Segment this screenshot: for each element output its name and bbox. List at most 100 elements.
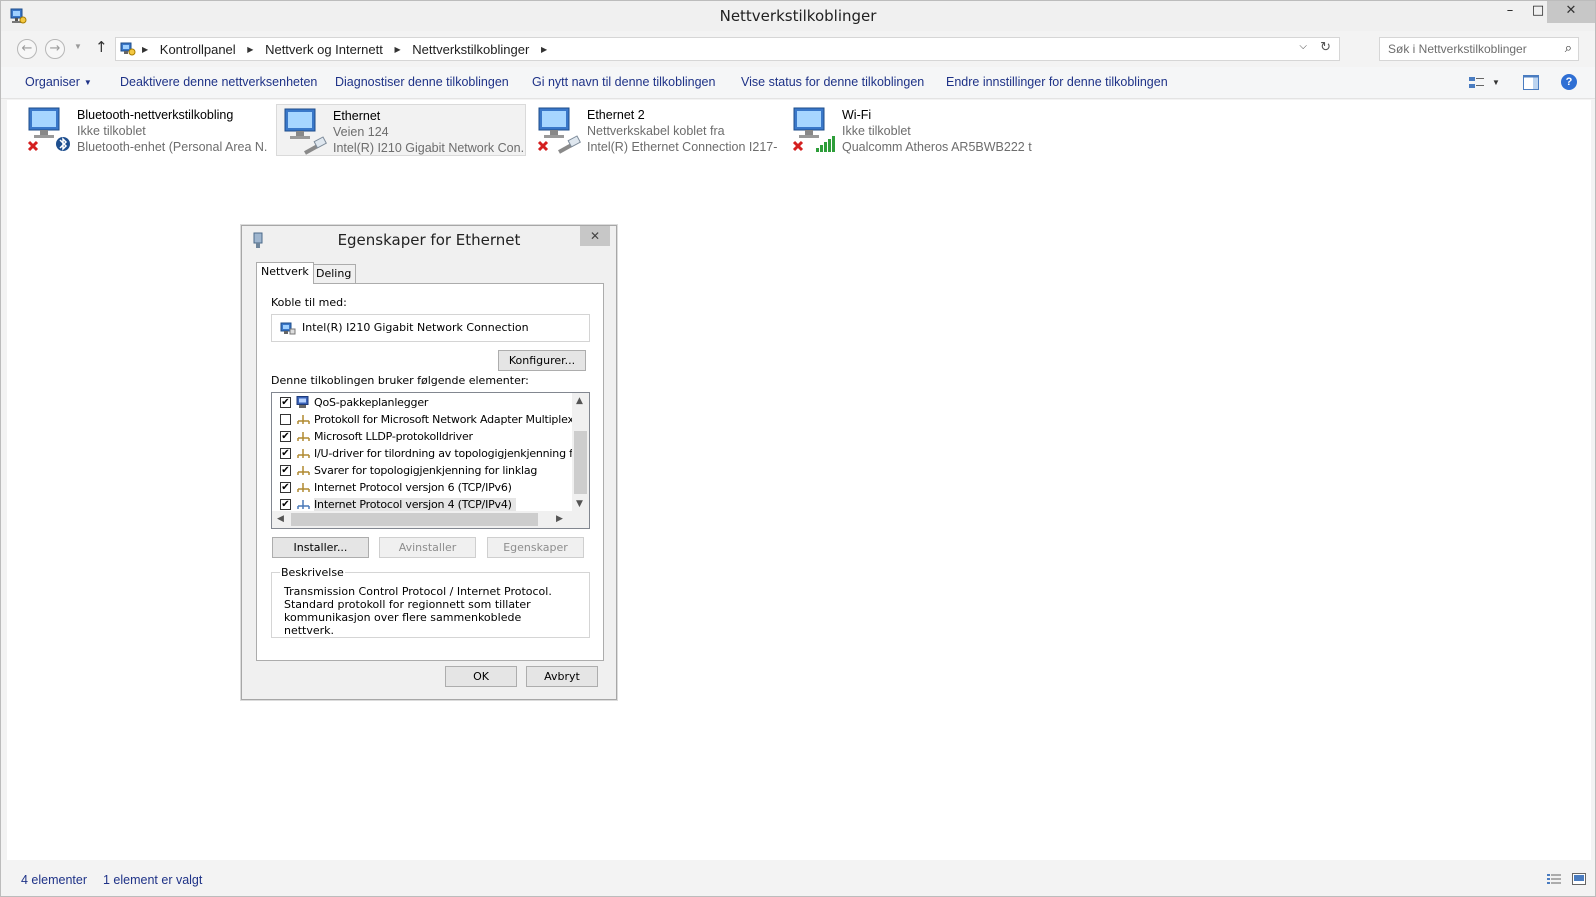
- item-label: Internet Protocol versjon 4 (TCP/IPv4): [314, 498, 516, 511]
- components-list: ✔ QoS-pakkeplanlegger Protokoll for Micr…: [271, 392, 590, 529]
- scroll-thumb[interactable]: [291, 513, 538, 526]
- change-view-icon[interactable]: [1469, 76, 1485, 90]
- search-placeholder: Søk i Nettverkstilkoblinger: [1388, 42, 1527, 56]
- list-item[interactable]: ✔ I/U-driver for tilordning av topologig…: [272, 445, 589, 462]
- close-button[interactable]: ✕: [1547, 1, 1595, 23]
- item-checkbox[interactable]: [280, 414, 291, 425]
- protocol-icon: [297, 483, 310, 492]
- title-bar: Nettverkstilkoblinger – □ ✕: [1, 1, 1595, 31]
- back-button[interactable]: ←: [17, 39, 37, 59]
- view-status-button[interactable]: Vise status for denne tilkoblingen: [741, 75, 924, 89]
- connection-device: Qualcomm Atheros AR5BWB222 t...: [842, 140, 1032, 154]
- item-count: 4 elementer: [21, 873, 88, 887]
- install-button[interactable]: Installer...: [272, 537, 369, 558]
- breadcrumb-control-panel[interactable]: Kontrollpanel: [160, 42, 236, 57]
- protocol-icon: [297, 500, 310, 509]
- protocol-icon: [297, 415, 310, 424]
- rename-button[interactable]: Gi nytt navn til denne tilkoblingen: [532, 75, 715, 89]
- forward-button[interactable]: →: [45, 39, 65, 59]
- ethernet-properties-dialog: Egenskaper for Ethernet ✕ Nettverk Delin…: [241, 225, 617, 700]
- list-item[interactable]: ✔ Svarer for topologigjenkjenning for li…: [272, 462, 572, 479]
- network-card-icon: [280, 322, 296, 335]
- connection-ethernet[interactable]: Ethernet Veien 124 Intel(R) I210 Gigabit…: [276, 104, 526, 156]
- connection-bluetooth[interactable]: Bluetooth-nettverkstilkobling Ikke tilko…: [21, 104, 271, 156]
- item-checkbox[interactable]: ✔: [280, 465, 291, 476]
- breadcrumb-network-internet[interactable]: Nettverk og Internett: [265, 42, 383, 57]
- scroll-thumb[interactable]: [574, 431, 587, 494]
- details-view-icon[interactable]: [1547, 873, 1561, 885]
- breadcrumb-separator-icon[interactable]: ▶: [541, 45, 547, 54]
- list-item[interactable]: ✔ Internet Protocol versjon 6 (TCP/IPv6): [272, 479, 572, 496]
- vertical-scrollbar[interactable]: ▲ ▼: [572, 393, 589, 512]
- protocol-icon: [297, 432, 310, 441]
- qos-scheduler-icon: [296, 396, 309, 408]
- connection-name: Bluetooth-nettverkstilkobling: [77, 108, 234, 122]
- scroll-up-icon[interactable]: ▲: [576, 396, 583, 406]
- connection-status: Veien 124: [333, 125, 389, 139]
- item-label: Microsoft LLDP-protokolldriver: [314, 430, 473, 443]
- help-icon[interactable]: ?: [1561, 74, 1577, 90]
- organize-menu[interactable]: Organiser ▼: [25, 75, 92, 89]
- tab-sharing[interactable]: Deling: [311, 264, 357, 283]
- item-label: Protokoll for Microsoft Network Adapter …: [314, 413, 585, 426]
- item-checkbox[interactable]: ✔: [280, 431, 291, 442]
- horizontal-scrollbar[interactable]: ◀ ▶: [272, 511, 589, 528]
- breadcrumb-separator-icon[interactable]: ▶: [247, 45, 253, 54]
- search-icon[interactable]: ⌕: [1565, 41, 1572, 56]
- item-checkbox[interactable]: ✔: [280, 499, 291, 510]
- scroll-left-icon[interactable]: ◀: [277, 514, 284, 524]
- breadcrumb-separator-icon[interactable]: ▶: [142, 45, 148, 54]
- recent-locations-dropdown[interactable]: ▼: [74, 42, 82, 51]
- connect-using-label: Koble til med:: [271, 296, 347, 309]
- selected-count: 1 element er valgt: [103, 873, 203, 887]
- list-item[interactable]: Protokoll for Microsoft Network Adapter …: [272, 411, 584, 428]
- description-text: Transmission Control Protocol / Internet…: [284, 585, 552, 637]
- view-options-dropdown-icon[interactable]: ▼: [1492, 78, 1500, 87]
- connection-device: Intel(R) I210 Gigabit Network Con...: [333, 141, 523, 155]
- adapter-name: Intel(R) I210 Gigabit Network Connection: [302, 321, 529, 334]
- breadcrumb-network-connections[interactable]: Nettverkstilkoblinger: [412, 42, 529, 57]
- connection-name: Wi-Fi: [842, 108, 872, 122]
- network-adapter-icon: [27, 107, 70, 152]
- up-button[interactable]: ↑: [95, 38, 108, 56]
- window-title: Nettverkstilkoblinger: [719, 7, 877, 25]
- item-checkbox[interactable]: ✔: [280, 482, 291, 493]
- disable-device-button[interactable]: Deaktivere denne nettverksenheten: [120, 75, 317, 89]
- list-item[interactable]: ✔ QoS-pakkeplanlegger: [272, 394, 572, 411]
- scroll-right-icon[interactable]: ▶: [556, 514, 563, 524]
- uninstall-button[interactable]: Avinstaller: [379, 537, 476, 558]
- ethernet-cable-icon: [304, 136, 327, 155]
- change-settings-button[interactable]: Endre innstillinger for denne tilkobling…: [946, 75, 1168, 89]
- connection-device: Intel(R) Ethernet Connection I217-V: [587, 140, 777, 154]
- preview-pane-icon[interactable]: [1523, 75, 1539, 90]
- address-dropdown-icon[interactable]: ⌵: [1299, 41, 1307, 52]
- connection-wifi[interactable]: Wi-Fi Ikke tilkoblet Qualcomm Atheros AR…: [786, 104, 1036, 156]
- list-item[interactable]: ✔ Microsoft LLDP-protokolldriver: [272, 428, 572, 445]
- connection-device: Bluetooth-enhet (Personal Area N...: [77, 140, 267, 154]
- ethernet-cable-icon: [558, 135, 581, 154]
- command-bar: Organiser ▼ Deaktivere denne nettverksenh…: [1, 67, 1595, 99]
- breadcrumb-separator-icon[interactable]: ▶: [394, 45, 400, 54]
- ok-button[interactable]: OK: [445, 666, 517, 687]
- item-checkbox[interactable]: ✔: [280, 448, 291, 459]
- dialog-title: Egenskaper for Ethernet: [337, 231, 521, 249]
- connection-ethernet-2[interactable]: Ethernet 2 Nettverkskabel koblet fra Int…: [531, 104, 781, 156]
- breadcrumb: ▶ Kontrollpanel ▶ Nettverk og Internett …: [142, 42, 555, 57]
- tab-network[interactable]: Nettverk: [256, 262, 314, 284]
- item-checkbox[interactable]: ✔: [280, 397, 291, 408]
- connection-status: Ikke tilkoblet: [842, 124, 911, 138]
- dialog-close-button[interactable]: ✕: [580, 226, 610, 246]
- properties-button[interactable]: Egenskaper: [487, 537, 584, 558]
- scroll-down-icon[interactable]: ▼: [576, 499, 583, 509]
- network-adapter-icon: [537, 107, 581, 154]
- disconnected-x-icon: [27, 140, 39, 152]
- cancel-button[interactable]: Avbryt: [526, 666, 598, 687]
- connection-name: Ethernet 2: [587, 108, 645, 122]
- refresh-icon[interactable]: ↻: [1320, 40, 1331, 55]
- address-bar[interactable]: ▶ Kontrollpanel ▶ Nettverk og Internett …: [115, 37, 1340, 61]
- search-input[interactable]: Søk i Nettverkstilkoblinger ⌕: [1379, 37, 1579, 61]
- minimize-button[interactable]: –: [1495, 1, 1525, 23]
- diagnose-button[interactable]: Diagnostiser denne tilkoblingen: [335, 75, 509, 89]
- large-icons-view-icon[interactable]: [1572, 873, 1586, 885]
- configure-button[interactable]: Konfigurer...: [498, 350, 586, 371]
